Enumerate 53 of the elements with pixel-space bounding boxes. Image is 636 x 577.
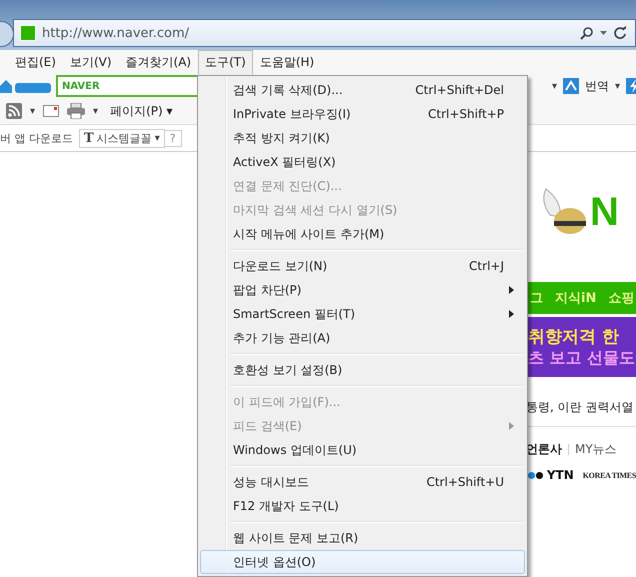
dropdown-icon[interactable] bbox=[600, 31, 607, 35]
address-field[interactable]: http://www.naver.com/ bbox=[13, 19, 636, 47]
translate-icon[interactable] bbox=[562, 78, 579, 94]
site-icon bbox=[20, 25, 36, 41]
menu-item[interactable]: Windows 업데이트(U) bbox=[200, 438, 525, 462]
url-text: http://www.naver.com/ bbox=[42, 26, 190, 40]
mail-icon[interactable] bbox=[43, 105, 60, 117]
menu-bar-item[interactable]: 도구(T) bbox=[198, 50, 253, 74]
menu-item[interactable]: 팝업 차단(P) bbox=[200, 278, 525, 302]
back-button[interactable] bbox=[0, 21, 14, 47]
printer-icon[interactable] bbox=[67, 103, 86, 119]
submenu-arrow-icon bbox=[509, 286, 514, 294]
menu-bar-item[interactable]: 보기(V) bbox=[62, 50, 119, 74]
naver-logo: N bbox=[590, 190, 619, 234]
caret-icon[interactable]: ▾ bbox=[614, 80, 620, 92]
winged-helmet-icon bbox=[540, 187, 588, 237]
rss-icon[interactable] bbox=[6, 103, 22, 119]
caret-icon[interactable]: ▾ bbox=[93, 106, 98, 116]
menu-bar-item[interactable]: 도움말(H) bbox=[252, 50, 322, 74]
menu-item[interactable]: 시작 메뉴에 사이트 추가(M) bbox=[200, 222, 525, 246]
menu-item[interactable]: 인터넷 옵션(O) bbox=[200, 550, 525, 574]
refresh-icon[interactable] bbox=[613, 26, 627, 40]
caret-icon[interactable]: ▾ bbox=[552, 80, 557, 92]
banner-subline: 츠 보고 선물도 bbox=[528, 348, 636, 369]
news-tab[interactable]: 언론사 bbox=[526, 441, 562, 458]
menu-item[interactable]: 웹 사이트 문제 보고(R) bbox=[200, 526, 525, 550]
menu-item[interactable]: F12 개발자 도구(L) bbox=[200, 494, 525, 518]
menu-item[interactable]: 다운로드 보기(N) Ctrl+J bbox=[200, 254, 525, 278]
submenu-arrow-icon bbox=[509, 422, 514, 430]
submenu-arrow-icon bbox=[509, 310, 514, 318]
help-button[interactable]: ? bbox=[164, 130, 182, 146]
menu-item[interactable]: ActiveX 필터링(X) bbox=[200, 150, 525, 174]
menu-bar-item[interactable]: 즐겨찾기(A) bbox=[118, 50, 198, 74]
press-logo[interactable]: KOREA TIMES bbox=[582, 470, 636, 480]
menu-bar-item[interactable]: 편집(E) bbox=[8, 50, 63, 74]
app-download-link[interactable]: 버 앱 다운로드 bbox=[0, 130, 73, 146]
menu-item[interactable]: 호환성 보기 설정(B) bbox=[200, 358, 525, 382]
news-tab[interactable]: MY뉴스 bbox=[575, 441, 617, 458]
menu-item[interactable]: 성능 대시보드 Ctrl+Shift+U bbox=[200, 470, 525, 494]
page-menu-button[interactable]: 페이지(P) ▾ bbox=[110, 102, 172, 120]
menu-item[interactable]: SmartScreen 필터(T) bbox=[200, 302, 525, 326]
banner-headline: 취향저격 한 bbox=[528, 326, 620, 348]
two-dots-icon bbox=[528, 470, 544, 480]
menu-item[interactable]: InPrivate 브라우징(I) Ctrl+Shift+P bbox=[200, 102, 525, 126]
font-select[interactable]: T 시스템글꼴 ▾ bbox=[79, 128, 165, 148]
menu-item[interactable]: 추적 방지 켜기(K) bbox=[200, 126, 525, 150]
search-icon[interactable] bbox=[580, 26, 594, 40]
press-logo[interactable]: YTN bbox=[546, 468, 574, 482]
translate-button[interactable]: 번역 bbox=[584, 78, 609, 94]
caret-icon[interactable]: ▾ bbox=[30, 106, 36, 116]
menu-item[interactable]: 추가 기능 관리(A) bbox=[200, 326, 525, 350]
promo-banner[interactable]: 취향저격 한 츠 보고 선물도 bbox=[526, 317, 636, 377]
zum-logo-icon[interactable] bbox=[0, 78, 52, 94]
